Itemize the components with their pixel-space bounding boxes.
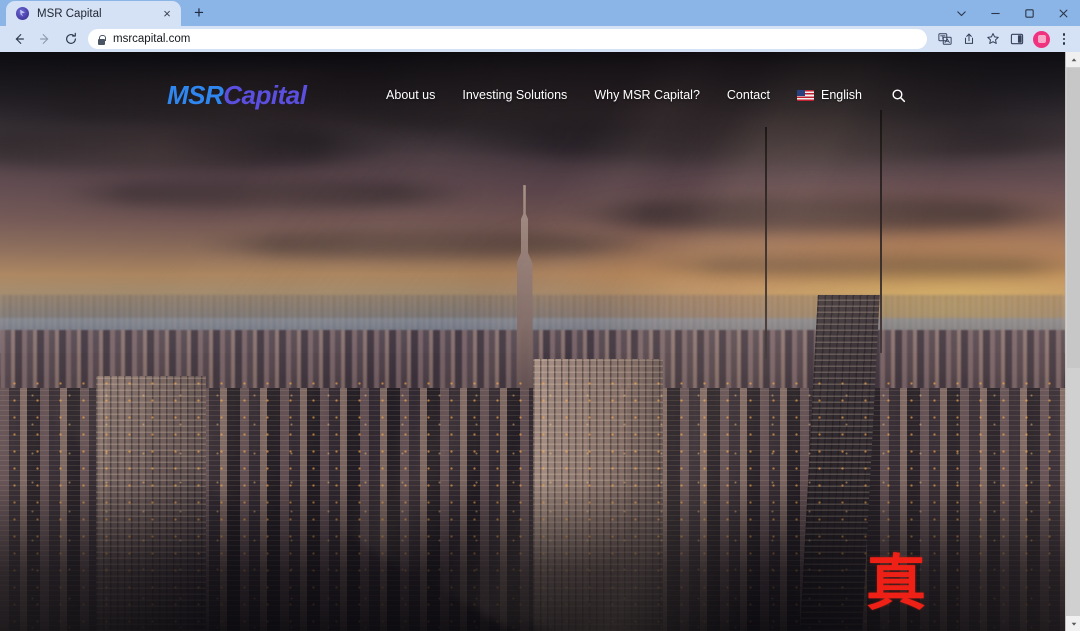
page-scrollbar[interactable] — [1065, 52, 1080, 631]
page-viewport: MSRCapital About us Investing Solutions … — [0, 52, 1080, 631]
scroll-up-arrow[interactable] — [1066, 52, 1080, 67]
msr-capital-favicon — [16, 7, 29, 20]
forward-button[interactable] — [32, 28, 58, 50]
site-header: MSRCapital About us Investing Solutions … — [0, 52, 1065, 138]
maximize-window-button[interactable] — [1012, 0, 1046, 26]
site-logo[interactable]: MSRCapital — [167, 79, 307, 111]
nav-item-why-msr-capital[interactable]: Why MSR Capital? — [594, 88, 700, 102]
share-icon[interactable] — [957, 28, 981, 50]
search-icon[interactable] — [889, 86, 907, 104]
language-label: English — [821, 88, 862, 102]
browser-window: MSR Capital × + msrcapital.com MSRCapita… — [0, 0, 1080, 631]
side-panel-icon[interactable] — [1005, 28, 1029, 50]
minimize-window-button[interactable] — [978, 0, 1012, 26]
tab-search-icon[interactable] — [944, 0, 978, 26]
translate-icon[interactable] — [933, 28, 957, 50]
scrollbar-thumb[interactable] — [1067, 68, 1080, 368]
nav-item-about-us[interactable]: About us — [386, 88, 435, 102]
chrome-menu-button[interactable] — [1054, 28, 1074, 50]
close-tab-icon[interactable]: × — [159, 6, 175, 22]
nav-item-contact[interactable]: Contact — [727, 88, 770, 102]
hero-watermark-character: 真 — [866, 549, 926, 619]
tab-strip: MSR Capital × + — [0, 0, 1080, 26]
tab-title: MSR Capital — [37, 7, 102, 20]
hero-image-nyc-skyline — [0, 52, 1065, 631]
us-flag-icon — [797, 89, 814, 101]
back-button[interactable] — [6, 28, 32, 50]
site-security-lock-icon[interactable] — [97, 34, 106, 45]
scroll-down-arrow[interactable] — [1066, 616, 1080, 631]
bookmark-star-icon[interactable] — [981, 28, 1005, 50]
window-controls — [944, 0, 1080, 26]
reload-button[interactable] — [58, 28, 84, 50]
logo-text-msr: MSR — [167, 79, 224, 110]
nav-item-investing-solutions[interactable]: Investing Solutions — [462, 88, 567, 102]
profile-avatar[interactable] — [1033, 30, 1050, 48]
browser-toolbar: msrcapital.com — [0, 26, 1080, 52]
browser-tab-msr-capital[interactable]: MSR Capital × — [6, 1, 181, 26]
language-selector[interactable]: English — [797, 88, 862, 102]
new-tab-button[interactable]: + — [186, 1, 212, 25]
close-window-button[interactable] — [1046, 0, 1080, 26]
msr-capital-homepage: MSRCapital About us Investing Solutions … — [0, 52, 1065, 631]
address-bar[interactable]: msrcapital.com — [88, 29, 927, 49]
url-text: msrcapital.com — [113, 33, 191, 45]
logo-text-capital: Capital — [223, 79, 307, 110]
toolbar-actions — [933, 28, 1074, 50]
main-navigation: About us Investing Solutions Why MSR Cap… — [386, 86, 907, 104]
